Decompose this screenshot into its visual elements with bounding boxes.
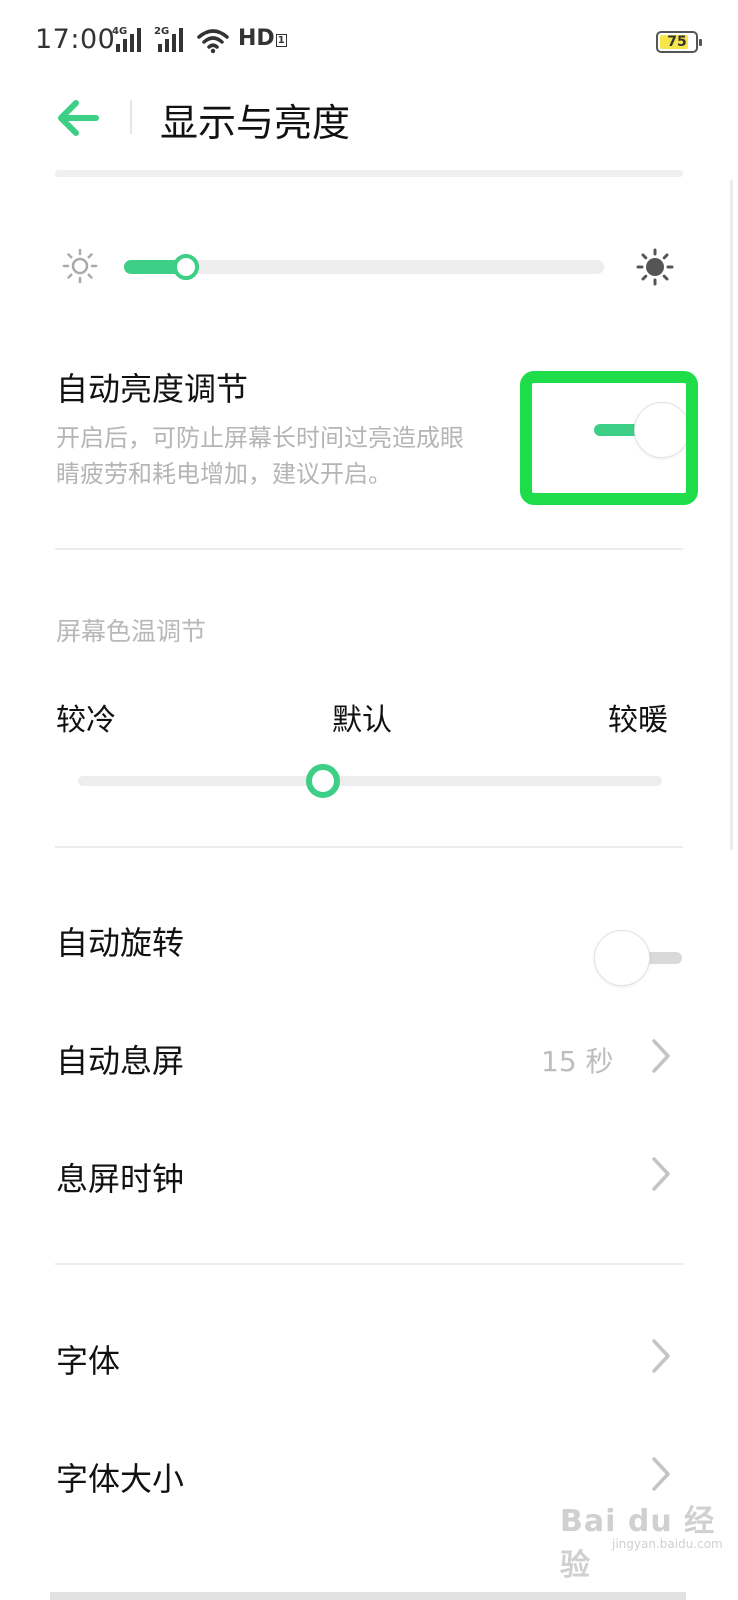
- screen-timeout-label[interactable]: 自动息屏: [56, 1036, 184, 1082]
- aod-clock-label[interactable]: 息屏时钟: [56, 1154, 184, 1200]
- section-divider: [55, 1263, 683, 1265]
- color-temp-thumb[interactable]: [306, 764, 340, 798]
- header-shadow-divider: [55, 170, 683, 177]
- battery-icon: 75: [656, 31, 702, 53]
- signal-4g-icon: 4G: [112, 26, 148, 52]
- brightness-slider[interactable]: [124, 254, 604, 280]
- arrow-left-icon[interactable]: [56, 98, 100, 138]
- wifi-icon: [197, 29, 229, 54]
- hd-voice-icon: HD 1: [238, 26, 287, 51]
- font-label[interactable]: 字体: [56, 1336, 120, 1382]
- battery-level: 75: [667, 34, 687, 50]
- auto-rotate-toggle[interactable]: [594, 930, 684, 986]
- page-title: 显示与亮度: [160, 101, 351, 145]
- sun-filled-icon: [636, 248, 674, 286]
- signal-2g-icon: 2G: [154, 26, 190, 52]
- bottom-edge-bar: [50, 1592, 686, 1600]
- section-divider: [55, 846, 683, 848]
- highlight-box: [520, 371, 698, 505]
- chevron-right-icon[interactable]: [650, 1156, 672, 1192]
- status-time: 17:00: [35, 24, 116, 55]
- chevron-right-icon[interactable]: [650, 1456, 672, 1492]
- header-divider: [130, 100, 132, 134]
- font-size-label[interactable]: 字体大小: [56, 1454, 184, 1500]
- color-temp-cold-label: 较冷: [56, 703, 116, 738]
- chevron-right-icon[interactable]: [650, 1338, 672, 1374]
- color-temp-warm-label: 较暖: [608, 703, 668, 738]
- watermark-url: jingyan.baidu.com: [612, 1537, 723, 1551]
- color-temp-slider[interactable]: [78, 764, 662, 798]
- toggle-knob: [594, 930, 650, 986]
- auto-brightness-description: 开启后，可防止屏幕长时间过亮造成眼 睛疲劳和耗电增加，建议开启。: [56, 424, 464, 488]
- auto-brightness-title: 自动亮度调节: [56, 370, 249, 408]
- auto-rotate-label: 自动旋转: [56, 924, 185, 962]
- chevron-right-icon[interactable]: [650, 1038, 672, 1074]
- screen-timeout-value: 15 秒: [541, 1045, 614, 1078]
- sun-outline-icon: [62, 248, 98, 284]
- section-divider: [55, 548, 683, 550]
- scrollbar[interactable]: [730, 180, 733, 850]
- brightness-thumb[interactable]: [173, 254, 199, 280]
- color-temp-section-label: 屏幕色温调节: [56, 617, 207, 646]
- color-temp-default-label: 默认: [332, 703, 392, 738]
